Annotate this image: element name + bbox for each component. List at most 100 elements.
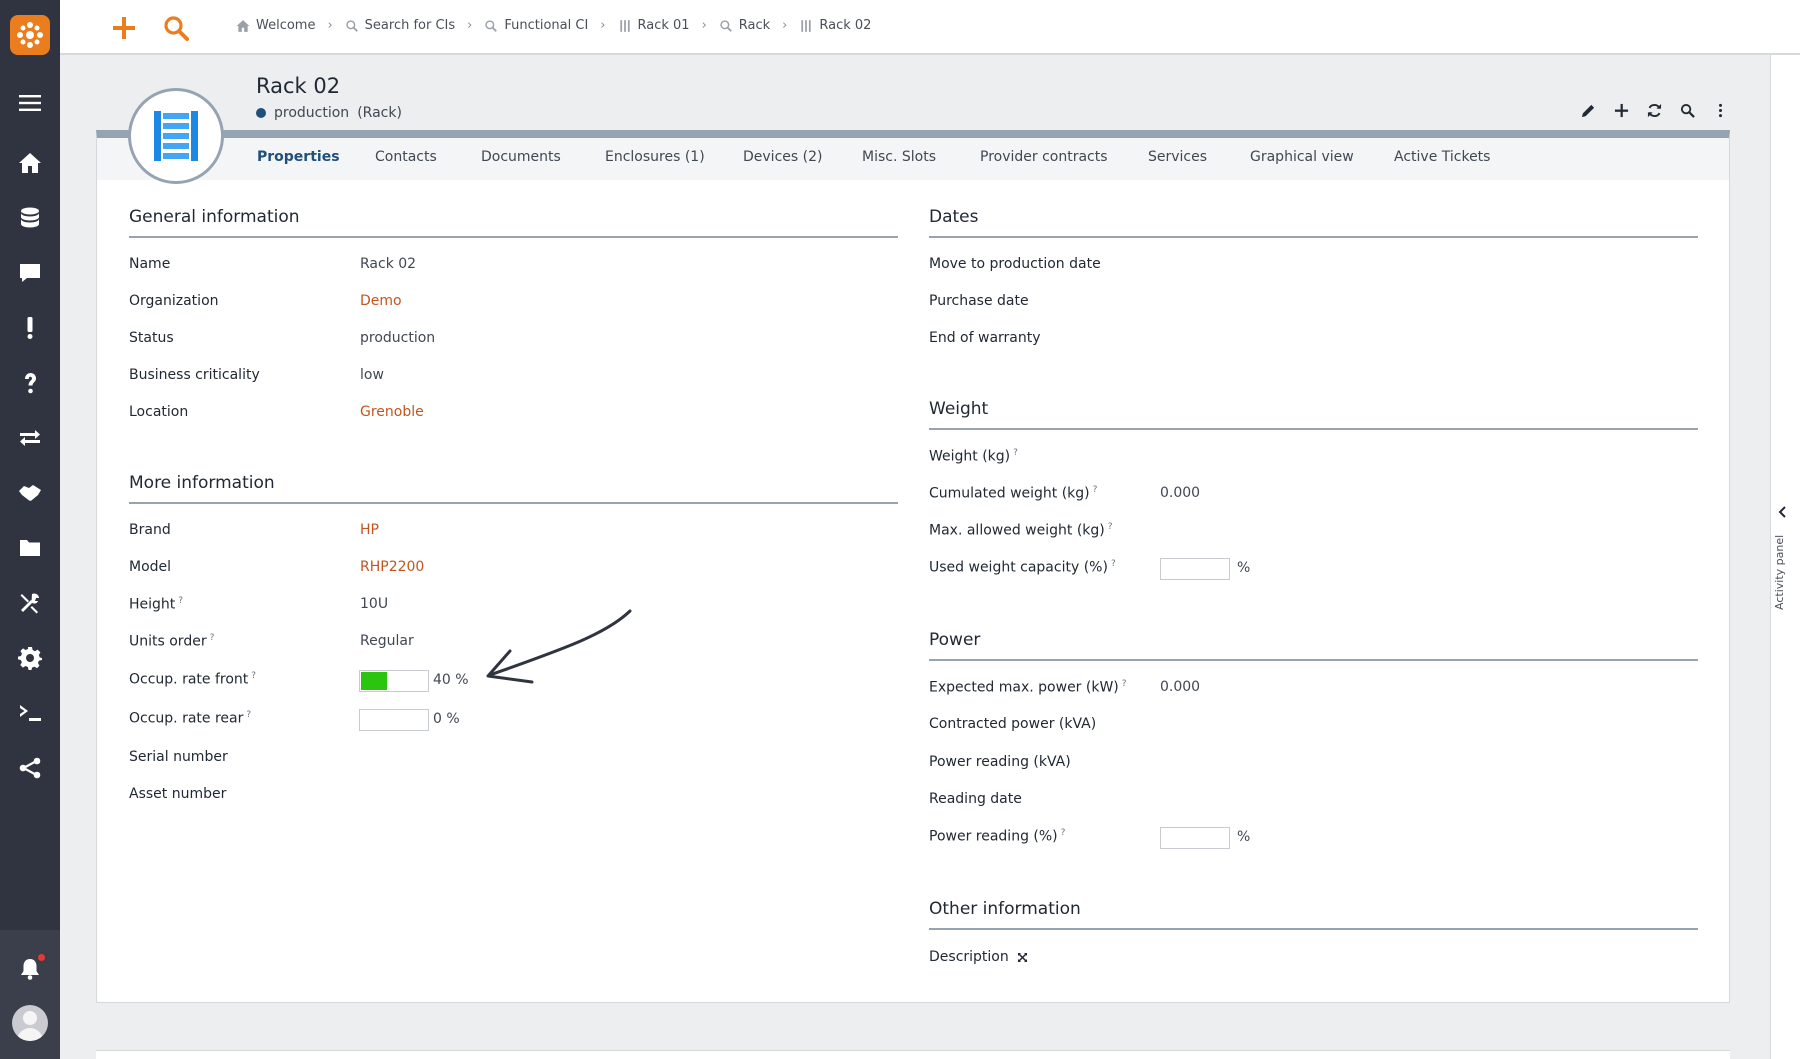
tab-services[interactable]: Services [1148,149,1207,165]
help-icon[interactable]: ? [1093,485,1098,495]
height-label-text: Height [129,596,176,613]
field-label-max-weight: Max. allowed weight (kg)? [929,522,1113,539]
nav-helpdesk[interactable] [0,255,60,291]
breadcrumb-label: Search for CIs [364,18,456,33]
location-link[interactable]: Grenoble [360,404,424,420]
occup-front-progress-bar [359,670,429,692]
breadcrumb-item-rack[interactable]: Rack [719,18,770,33]
help-icon[interactable]: ? [1061,828,1066,838]
field-label-status: Status [129,330,174,346]
new-object-button[interactable] [108,12,140,44]
nav-incident-management[interactable] [0,310,60,346]
tab-contacts[interactable]: Contacts [375,149,437,165]
activity-panel-label: Activity panel [1773,534,1786,610]
hamburger-icon [19,95,41,111]
nav-run-queries[interactable] [0,695,60,731]
progress-fill [361,672,387,690]
model-link[interactable]: RHP2200 [360,559,424,575]
help-icon[interactable]: ? [251,671,256,681]
help-icon[interactable]: ? [1111,559,1116,569]
app-logo[interactable] [10,15,50,55]
notification-badge [36,952,47,963]
global-search-button[interactable] [160,12,192,44]
tab-enclosures[interactable]: Enclosures (1) [605,149,705,165]
field-label-height: Height? [129,596,183,613]
nav-welcome[interactable] [0,145,60,181]
chevron-right-icon: › [327,18,333,33]
field-label-location: Location [129,404,189,420]
object-status: production (Rack) [256,105,402,121]
search-button[interactable] [1675,98,1699,122]
new-button[interactable] [1609,98,1633,122]
ellipsis-vertical-icon [1718,103,1722,117]
used-weight-value: % [1237,560,1251,576]
help-icon[interactable]: ? [178,596,183,606]
database-icon [21,207,39,228]
breadcrumb: Welcome › Search for CIs › Functional CI… [236,18,871,33]
field-value-units-order: Regular [360,633,414,649]
breadcrumb-item-rack-02[interactable]: Rack 02 [799,18,871,33]
field-label-business-criticality: Business criticality [129,367,260,383]
tab-misc-slots[interactable]: Misc. Slots [862,149,936,165]
expand-icon[interactable] [1017,952,1028,963]
breadcrumb-label: Rack [738,18,771,33]
field-label-power-reading-kva: Power reading (kVA) [929,754,1071,770]
breadcrumb-label: Rack 01 [637,18,690,33]
tab-graphical-view[interactable]: Graphical view [1250,149,1354,165]
breadcrumb-item-welcome[interactable]: Welcome [236,18,315,33]
nav-data-collection[interactable] [0,530,60,566]
field-value-name: Rack 02 [360,256,417,272]
tab-documents[interactable]: Documents [481,149,561,165]
breadcrumb-item-search-cis[interactable]: Search for CIs [345,18,456,33]
more-actions-button[interactable] [1708,98,1732,122]
handshake-icon [19,485,41,501]
organization-link[interactable]: Demo [360,293,402,309]
nav-integrations[interactable] [0,750,60,786]
share-icon [19,757,41,779]
menu-toggle-button[interactable] [0,85,60,121]
breadcrumb-item-functional-ci[interactable]: Functional CI [484,18,588,33]
field-label-reading-date: Reading date [929,791,1022,807]
tab-active-tickets[interactable]: Active Tickets [1394,149,1490,165]
nav-service-management[interactable] [0,475,60,511]
units-order-label-text: Units order [129,633,207,650]
field-value-business-criticality: low [360,367,384,383]
field-label-brand: Brand [129,522,171,538]
tab-devices[interactable]: Devices (2) [743,149,822,165]
help-icon[interactable]: ? [246,710,251,720]
section-divider [129,236,898,238]
object-details-panel: Properties Contacts Documents Enclosures… [96,130,1730,1003]
help-icon[interactable]: ? [1122,679,1127,689]
refresh-button[interactable] [1642,98,1666,122]
notifications-button[interactable] [0,951,60,987]
nav-problem-management[interactable] [0,365,60,401]
section-divider [929,428,1698,430]
tab-properties[interactable]: Properties [257,149,340,165]
nav-system[interactable] [0,640,60,676]
help-icon[interactable]: ? [210,633,215,643]
expected-power-label-text: Expected max. power (kW) [929,679,1119,696]
top-bar: Welcome › Search for CIs › Functional CI… [60,0,1800,55]
weight-label-text: Weight (kg) [929,448,1011,465]
object-class-icon [128,88,224,184]
nav-admin-tools[interactable] [0,585,60,621]
help-icon[interactable]: ? [1108,522,1113,532]
field-label-organization: Organization [129,293,219,309]
chevron-left-icon[interactable] [1776,505,1790,519]
nav-configuration-management[interactable] [0,200,60,236]
user-avatar[interactable] [12,1005,48,1041]
sidebar [0,0,60,1059]
tab-bar: Properties Contacts Documents Enclosures… [97,138,1729,180]
refresh-icon [1647,103,1661,117]
brand-link[interactable]: HP [360,522,379,538]
tab-provider-contracts[interactable]: Provider contracts [980,149,1108,165]
chevron-right-icon: › [782,18,788,33]
nav-change-management[interactable] [0,420,60,456]
edit-button[interactable] [1576,98,1600,122]
field-label-asset-number: Asset number [129,786,227,802]
field-value-status: production [360,330,436,346]
breadcrumb-item-rack-01[interactable]: Rack 01 [618,18,690,33]
field-label-expected-power: Expected max. power (kW)? [929,679,1127,696]
help-icon[interactable]: ? [1013,448,1018,458]
plus-icon [1614,103,1628,117]
